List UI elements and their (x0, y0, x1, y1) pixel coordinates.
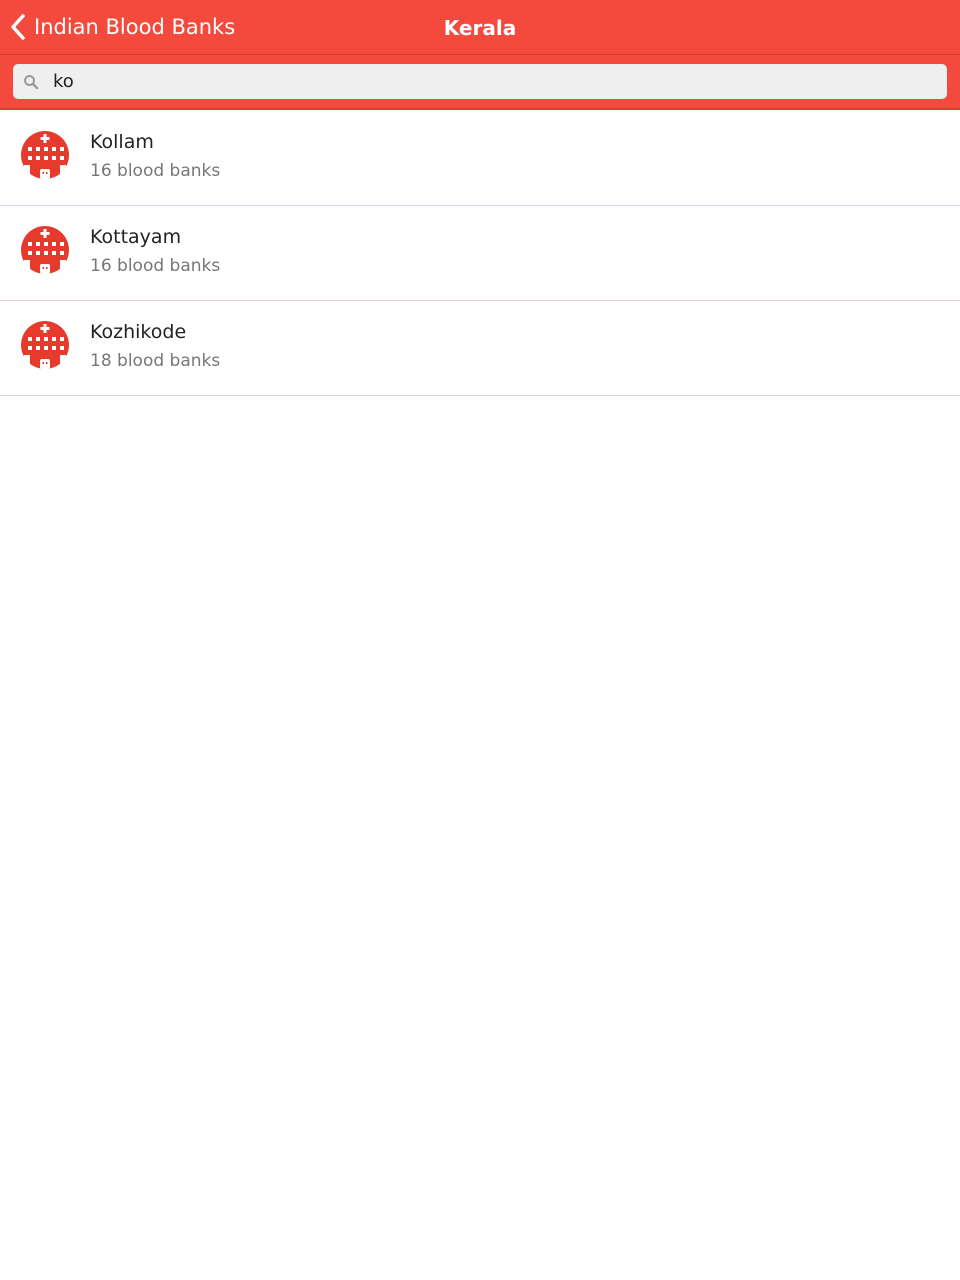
district-name: Kollam (90, 131, 154, 153)
district-name: Kozhikode (90, 321, 187, 343)
back-button[interactable]: Indian Blood Banks (8, 0, 235, 54)
list-item-kollam[interactable]: Kollam 16 blood banks (0, 111, 960, 206)
search-bar (0, 55, 960, 110)
search-input[interactable] (53, 64, 933, 99)
search-box[interactable] (13, 64, 947, 99)
blood-bank-count: 16 blood banks (90, 256, 221, 276)
blood-bank-count: 18 blood banks (90, 351, 221, 371)
nav-bar: Indian Blood Banks Kerala (0, 0, 960, 55)
hospital-icon (21, 226, 69, 274)
list-item-kottayam[interactable]: Kottayam 16 blood banks (0, 206, 960, 301)
hospital-icon (21, 321, 69, 369)
hospital-icon (21, 131, 69, 179)
blood-bank-count: 16 blood banks (90, 161, 221, 181)
district-name: Kottayam (90, 226, 182, 248)
list-item-kozhikode[interactable]: Kozhikode 18 blood banks (0, 301, 960, 396)
back-button-label: Indian Blood Banks (34, 15, 236, 39)
chevron-left-icon (11, 14, 25, 40)
search-icon (24, 75, 39, 90)
district-list: Kollam 16 blood banks Kottayam 16 blood … (0, 111, 960, 396)
